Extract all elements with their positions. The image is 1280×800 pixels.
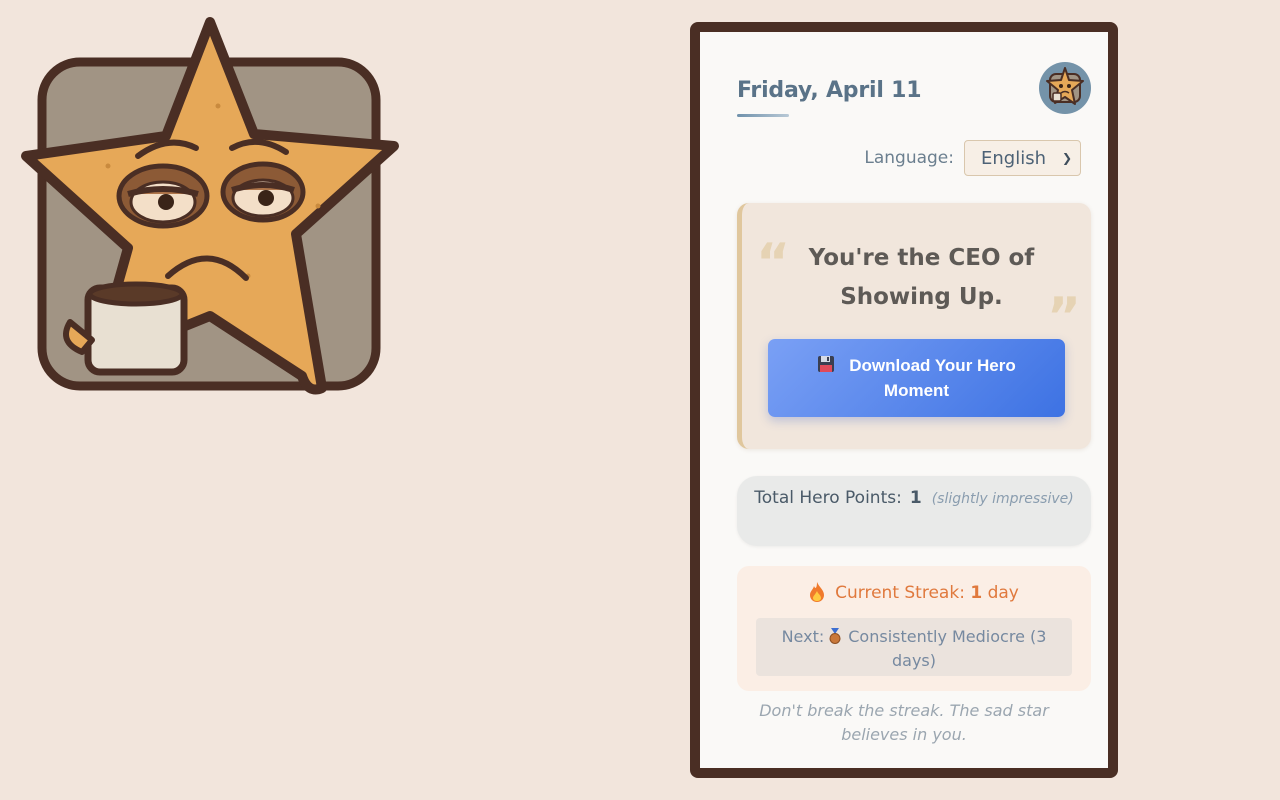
- hero-points-card: Total Hero Points: 1 (slightly impressive): [737, 476, 1091, 546]
- streak-unit: day: [987, 583, 1019, 603]
- streak-value: 1: [970, 583, 983, 603]
- streak-label: Current Streak:: [835, 583, 965, 603]
- sad-star-mascot-icon: [21, 17, 399, 395]
- hero-points-value: 1: [909, 488, 922, 508]
- page-title: Friday, April 11: [737, 78, 922, 103]
- avatar[interactable]: [1039, 62, 1091, 114]
- next-milestone-text: Consistently Mediocre (3 days): [848, 627, 1047, 670]
- streak-card: Current Streak: 1 day Next: Consistently…: [737, 566, 1091, 691]
- download-hero-moment-button[interactable]: Download Your Hero Moment: [768, 339, 1065, 417]
- language-select[interactable]: English ❯: [964, 140, 1081, 176]
- floppy-disk-icon: [818, 356, 835, 372]
- footer-note: Don't break the streak. The sad star bel…: [759, 701, 1049, 744]
- quote-card: “ ” You're the CEO of Showing Up. Downlo…: [737, 203, 1091, 449]
- language-row: Language: English ❯: [864, 140, 1081, 176]
- bronze-medal-icon: [829, 628, 841, 644]
- flame-icon: [810, 582, 825, 602]
- next-prefix: Next:: [781, 627, 825, 646]
- language-selected-value: English: [981, 147, 1046, 169]
- chevron-down-icon: ❯: [1061, 151, 1072, 165]
- app-frame: Friday, April 11 Language: English ❯ “ ”…: [690, 22, 1118, 778]
- language-label: Language:: [864, 148, 954, 168]
- app-screen: Friday, April 11 Language: English ❯ “ ”…: [700, 32, 1108, 768]
- sad-star-avatar-icon: [1046, 67, 1084, 105]
- hero-points-label: Total Hero Points:: [754, 488, 902, 508]
- download-button-label: Download Your Hero Moment: [849, 356, 1016, 400]
- title-underline: [737, 114, 789, 117]
- hero-points-note: (slightly impressive): [931, 491, 1074, 507]
- next-milestone: Next: Consistently Mediocre (3 days): [756, 618, 1072, 676]
- quote-text: You're the CEO of Showing Up.: [808, 245, 1035, 310]
